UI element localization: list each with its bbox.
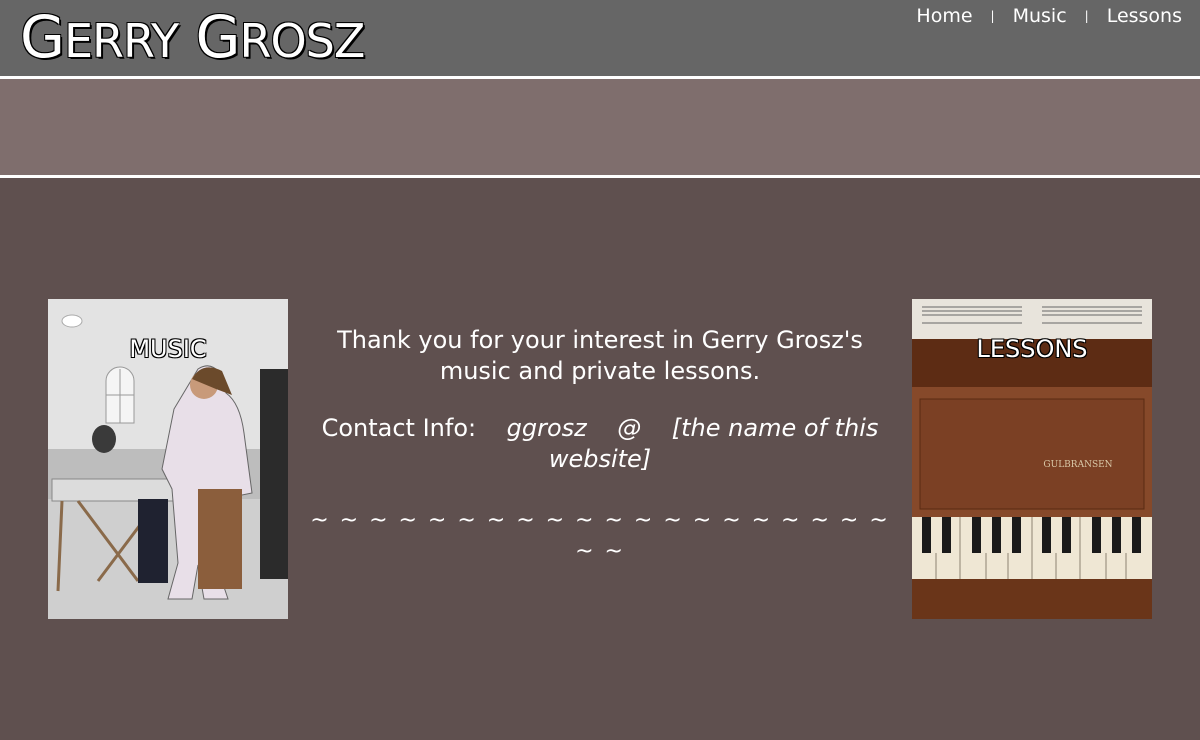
contact-label: Contact Info:: [321, 414, 477, 442]
contact-info: Contact Info: ggrosz @ [the name of this…: [310, 413, 890, 475]
nav-lessons[interactable]: Lessons: [1107, 5, 1182, 27]
title-initial-last: G: [195, 3, 241, 71]
music-card-label: MUSIC: [129, 335, 207, 363]
title-initial-first: G: [20, 3, 65, 71]
contact-user: ggrosz: [506, 414, 587, 442]
thanks-line-1: Thank you for your interest in Gerry Gro…: [337, 326, 863, 354]
banner-divider: [0, 175, 1200, 178]
lessons-card-link[interactable]: GULBRANSEN LESSONS: [912, 299, 1152, 619]
nav-home[interactable]: Home: [916, 5, 972, 27]
banner-band: [0, 79, 1200, 175]
contact-at: @: [617, 414, 642, 442]
nav-separator: |: [1084, 9, 1089, 23]
lessons-card-label: LESSONS: [976, 335, 1088, 363]
nav-music[interactable]: Music: [1013, 5, 1067, 27]
title-rest-last: ROSZ: [239, 14, 366, 68]
thanks-line-2: music and private lessons.: [439, 357, 761, 385]
nav-separator: |: [990, 9, 995, 23]
tilde-divider: ~ ~ ~ ~ ~ ~ ~ ~ ~ ~ ~ ~ ~ ~ ~ ~ ~ ~ ~ ~ …: [310, 508, 890, 564]
svg-text:GULBRANSEN: GULBRANSEN: [1043, 460, 1112, 470]
site-title[interactable]: GERRY GROSZ: [20, 2, 366, 76]
top-nav: Home | Music | Lessons: [916, 5, 1182, 27]
music-card-link[interactable]: MUSIC: [48, 299, 288, 619]
main-content: Thank you for your interest in Gerry Gro…: [310, 325, 890, 567]
title-rest-first: ERRY: [63, 14, 179, 68]
contact-domain-1: [the name of this: [671, 414, 879, 442]
site-header: GERRY GROSZ Home | Music | Lessons: [0, 0, 1200, 76]
contact-domain-2: website]: [548, 445, 652, 473]
